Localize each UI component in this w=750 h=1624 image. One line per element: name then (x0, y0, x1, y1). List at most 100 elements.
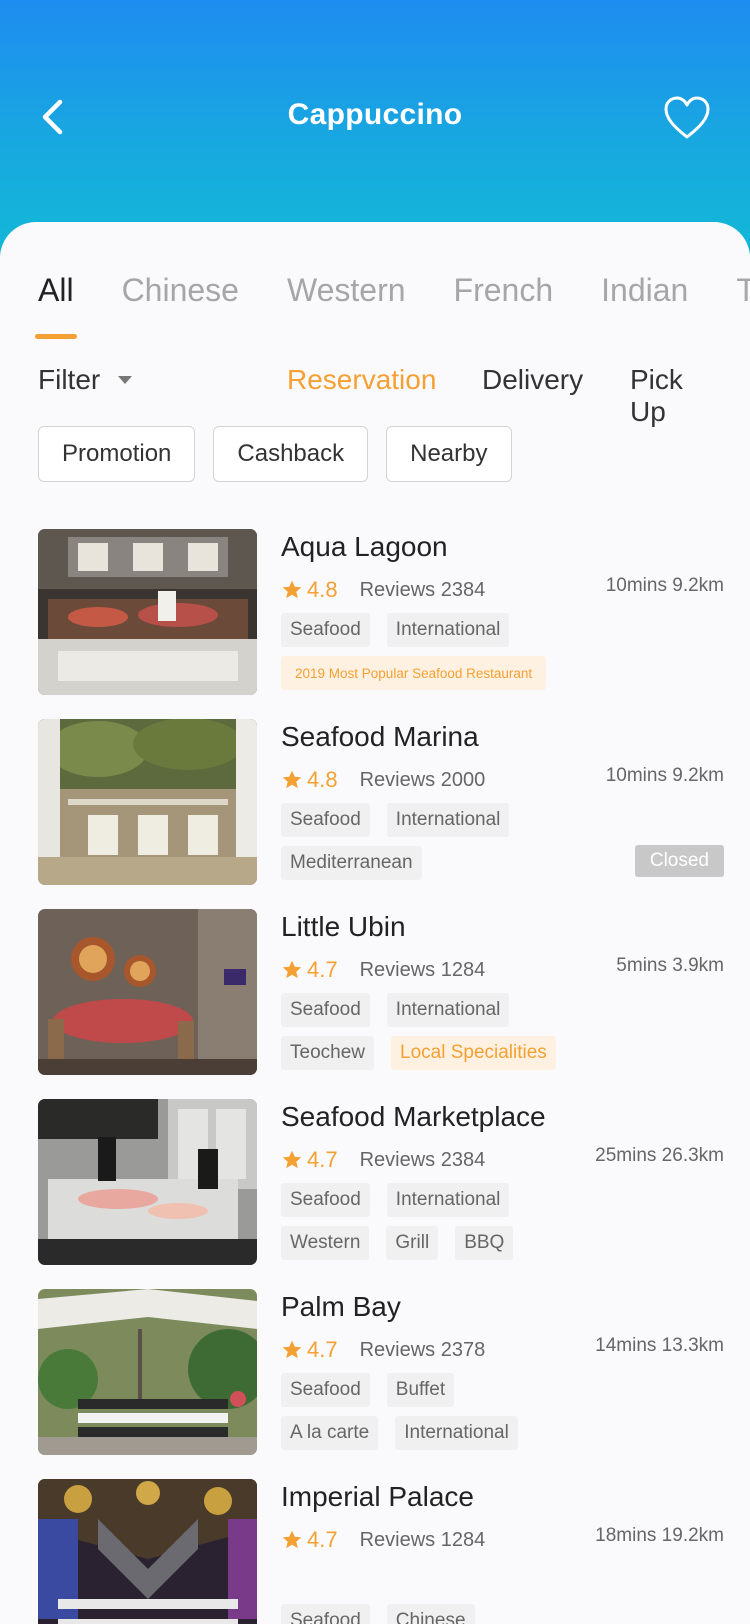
review-count: Reviews 1284 (359, 958, 486, 981)
cuisine-tag: Seafood (281, 613, 370, 647)
star-icon (282, 1340, 302, 1359)
rating-row: 4.8 Reviews 2384 (281, 577, 485, 603)
restaurant-card[interactable]: Seafood Marketplace 4.7 Reviews 2384 25m… (38, 1099, 724, 1289)
award-badge: 2019 Most Popular Seafood Restaurant (281, 656, 547, 690)
cuisine-tag: Mediterranean (281, 846, 422, 880)
distance: 10mins 9.2km (605, 765, 724, 786)
restaurant-photo (38, 1479, 257, 1624)
restaurant-list: Aqua Lagoon 4.8 Reviews 2384 10mins 9.2k… (38, 529, 724, 1624)
mode-reservation[interactable]: Reservation (287, 364, 436, 396)
distance: 5mins 3.9km (616, 955, 724, 976)
tag-row: Mediterranean (281, 846, 439, 880)
star-icon (282, 1530, 302, 1549)
restaurant-name: Imperial Palace (281, 1481, 474, 1512)
cuisine-tag: Western (281, 1226, 370, 1260)
tab-all[interactable]: All (35, 272, 77, 339)
tab-indian[interactable]: Indian (601, 272, 688, 309)
restaurant-photo (38, 909, 257, 1075)
quick-filter-chips: Promotion Cashback Nearby (38, 426, 530, 482)
header-bar: Cappuccino (0, 0, 750, 260)
restaurant-photo (38, 529, 257, 695)
rating-value: 4.8 (307, 767, 338, 792)
tag-row: Seafood Buffet (281, 1373, 471, 1407)
distance: 10mins 9.2km (605, 575, 724, 596)
cuisine-tag: International (386, 993, 510, 1027)
mode-delivery[interactable]: Delivery (482, 364, 583, 396)
tag-row: Seafood Chinese (281, 1604, 492, 1624)
review-count: Reviews 1284 (359, 1528, 486, 1551)
chip-promotion[interactable]: Promotion (38, 426, 196, 482)
mode-pick-up[interactable]: Pick Up (630, 364, 724, 428)
tab-french[interactable]: French (454, 272, 554, 309)
tag-row: Seafood International (281, 803, 526, 837)
specialty-tag: Local Specialities (391, 1036, 556, 1070)
restaurant-photo (38, 1289, 257, 1455)
rating-value: 4.7 (307, 957, 338, 982)
cuisine-tag: A la carte (281, 1416, 379, 1450)
cuisine-tag: Seafood (281, 1604, 370, 1624)
tag-row: Western Grill BBQ (281, 1226, 530, 1260)
review-count: Reviews 2384 (359, 578, 486, 601)
closed-badge: Closed (634, 845, 724, 877)
restaurant-name: Seafood Marketplace (281, 1101, 546, 1132)
caret-down-icon (118, 376, 133, 384)
cuisine-tag: BBQ (455, 1226, 514, 1260)
star-icon (282, 1150, 302, 1169)
cuisine-tabs: All Chinese Western French Indian Thai (35, 272, 750, 339)
cuisine-tag: Chinese (386, 1604, 475, 1624)
content-sheet: All Chinese Western French Indian Thai F… (0, 222, 750, 1624)
page-title: Cappuccino (287, 98, 463, 131)
tab-thai[interactable]: Thai (736, 272, 750, 309)
restaurant-name: Little Ubin (281, 911, 406, 942)
cuisine-tag: Seafood (281, 993, 370, 1027)
cuisine-tag: International (386, 1183, 510, 1217)
cuisine-tag: Teochew (281, 1036, 374, 1070)
cuisine-tag: Buffet (386, 1373, 455, 1407)
distance: 18mins 19.2km (595, 1525, 724, 1546)
favorite-button[interactable] (660, 92, 714, 144)
cuisine-tag: International (395, 1416, 518, 1450)
restaurant-card[interactable]: Aqua Lagoon 4.8 Reviews 2384 10mins 9.2k… (38, 529, 724, 719)
distance: 25mins 26.3km (595, 1145, 724, 1166)
cuisine-tag: Seafood (281, 1373, 370, 1407)
tab-western[interactable]: Western (287, 272, 406, 309)
restaurant-card[interactable]: Palm Bay 4.7 Reviews 2378 14mins 13.3km … (38, 1289, 724, 1479)
rating-row: 4.7 Reviews 2384 (281, 1147, 485, 1173)
tag-row: Teochew Local Specialities (281, 1036, 573, 1070)
tab-chinese[interactable]: Chinese (122, 272, 239, 309)
chip-nearby[interactable]: Nearby (386, 426, 512, 482)
cuisine-tag: International (386, 803, 510, 837)
rating-value: 4.7 (307, 1337, 338, 1362)
restaurant-name: Palm Bay (281, 1291, 401, 1322)
distance: 14mins 13.3km (595, 1335, 724, 1356)
restaurant-photo (38, 1099, 257, 1265)
cuisine-tag: International (386, 613, 510, 647)
star-icon (282, 960, 302, 979)
rating-value: 4.8 (307, 577, 338, 602)
restaurant-name: Aqua Lagoon (281, 531, 448, 562)
cuisine-tag: Seafood (281, 1183, 370, 1217)
tag-row: A la carte International (281, 1416, 535, 1450)
cuisine-tag: Seafood (281, 803, 370, 837)
tag-row: 2019 Most Popular Seafood Restaurant (281, 656, 563, 690)
filter-row: Filter Reservation Delivery Pick Up (38, 364, 724, 427)
restaurant-card[interactable]: Little Ubin 4.7 Reviews 1284 5mins 3.9km… (38, 909, 724, 1099)
filter-dropdown[interactable]: Filter (38, 364, 133, 396)
restaurant-card[interactable]: Seafood Marina 4.8 Reviews 2000 10mins 9… (38, 719, 724, 909)
tag-row: Seafood International (281, 993, 526, 1027)
tag-row: Seafood International (281, 1183, 526, 1217)
rating-row: 4.8 Reviews 2000 (281, 767, 485, 793)
restaurant-card[interactable]: Imperial Palace 4.7 Reviews 1284 18mins … (38, 1479, 724, 1624)
tag-row: Seafood International (281, 613, 526, 647)
cuisine-tag: Grill (386, 1226, 439, 1260)
star-icon (282, 580, 302, 599)
star-icon (282, 770, 302, 789)
heart-icon (664, 96, 710, 139)
rating-row: 4.7 Reviews 2378 (281, 1337, 485, 1363)
chip-cashback[interactable]: Cashback (213, 426, 369, 482)
restaurant-photo (38, 719, 257, 885)
review-count: Reviews 2000 (359, 768, 486, 791)
rating-row: 4.7 Reviews 1284 (281, 1527, 485, 1553)
filter-label: Filter (38, 364, 101, 395)
rating-row: 4.7 Reviews 1284 (281, 957, 485, 983)
